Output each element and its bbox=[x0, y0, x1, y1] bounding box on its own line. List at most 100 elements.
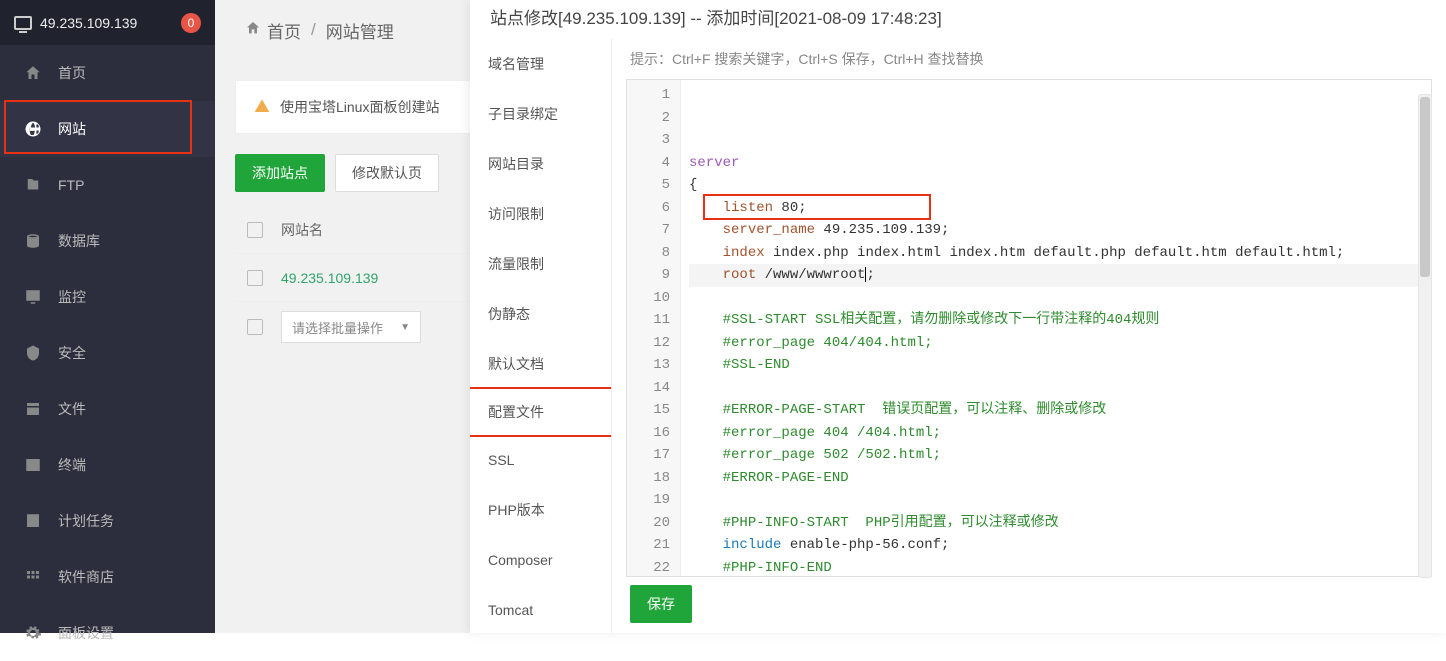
gutter-line: 13 bbox=[627, 354, 670, 377]
bulk-action-select[interactable]: 请选择批量操作 ▼ bbox=[281, 311, 421, 343]
code-line[interactable]: #error_page 502 /502.html; bbox=[689, 444, 1423, 467]
nav-item-0[interactable]: 首页 bbox=[0, 45, 215, 101]
nav-item-3[interactable]: 数据库 bbox=[0, 213, 215, 269]
select-all-checkbox[interactable] bbox=[247, 222, 263, 238]
modal-sidebar: 域名管理子目录绑定网站目录访问限制流量限制伪静态默认文档配置文件SSLPHP版本… bbox=[470, 39, 612, 633]
code-line[interactable]: server bbox=[689, 152, 1423, 175]
nav-icon bbox=[22, 288, 44, 306]
gutter-line: 18 bbox=[627, 467, 670, 490]
bulk-action-placeholder: 请选择批量操作 bbox=[292, 318, 383, 337]
breadcrumb-sep: / bbox=[311, 20, 316, 40]
nav-item-2[interactable]: FTP bbox=[0, 157, 215, 213]
nav-label: 软件商店 bbox=[58, 567, 114, 587]
gutter-line: 22 bbox=[627, 557, 670, 578]
code-line[interactable]: #error_page 404 /404.html; bbox=[689, 422, 1423, 445]
code-line[interactable]: #ERROR-PAGE-START 错误页配置，可以注释、删除或修改 bbox=[689, 399, 1423, 422]
nav-label: 计划任务 bbox=[58, 511, 114, 531]
code-line[interactable]: root /www/wwwroot; bbox=[689, 264, 1423, 287]
modal-tab-1[interactable]: 子目录绑定 bbox=[470, 89, 611, 139]
add-site-button[interactable]: 添加站点 bbox=[235, 154, 325, 192]
nav-item-4[interactable]: 监控 bbox=[0, 269, 215, 325]
nav-label: 监控 bbox=[58, 287, 86, 307]
code-line[interactable] bbox=[689, 489, 1423, 512]
modal-tab-4[interactable]: 流量限制 bbox=[470, 239, 611, 289]
gutter-line: 12 bbox=[627, 332, 670, 355]
nav-label: 面板设置 bbox=[58, 623, 114, 643]
modal-tab-9[interactable]: PHP版本 bbox=[470, 485, 611, 535]
nav-label: FTP bbox=[58, 177, 84, 193]
nav-label: 网站 bbox=[58, 119, 86, 139]
save-row: 保存 bbox=[612, 585, 1446, 623]
nav-item-1[interactable]: 网站 bbox=[0, 101, 215, 157]
nav-item-5[interactable]: 安全 bbox=[0, 325, 215, 381]
gutter-line: 7 bbox=[627, 219, 670, 242]
nav-icon bbox=[22, 568, 44, 586]
code-line[interactable] bbox=[689, 287, 1423, 310]
modal-tab-0[interactable]: 域名管理 bbox=[470, 39, 611, 89]
modal-tab-10[interactable]: Composer bbox=[470, 535, 611, 585]
modal-tab-8[interactable]: SSL bbox=[470, 435, 611, 485]
code-line[interactable]: index index.php index.html index.htm def… bbox=[689, 242, 1423, 265]
home-icon bbox=[245, 20, 261, 41]
gutter-line: 3 bbox=[627, 129, 670, 152]
modal-tab-3[interactable]: 访问限制 bbox=[470, 189, 611, 239]
caret-down-icon: ▼ bbox=[400, 322, 410, 333]
modal-body: 域名管理子目录绑定网站目录访问限制流量限制伪静态默认文档配置文件SSLPHP版本… bbox=[470, 39, 1446, 633]
gutter-line: 11 bbox=[627, 309, 670, 332]
code-line[interactable]: #PHP-INFO-START PHP引用配置，可以注释或修改 bbox=[689, 512, 1423, 535]
nav-icon bbox=[22, 456, 44, 474]
code-line[interactable]: #PHP-INFO-END bbox=[689, 557, 1423, 577]
gutter-line: 17 bbox=[627, 444, 670, 467]
gutter-line: 16 bbox=[627, 422, 670, 445]
code-line[interactable]: #ERROR-PAGE-END bbox=[689, 467, 1423, 490]
site-name-cell[interactable]: 49.235.109.139 bbox=[281, 270, 378, 286]
row-checkbox[interactable] bbox=[247, 270, 263, 286]
editor-hint: 提示：Ctrl+F 搜索关键字，Ctrl+S 保存，Ctrl+H 查找替换 bbox=[612, 39, 1446, 75]
gutter-line: 19 bbox=[627, 489, 670, 512]
modal-tab-2[interactable]: 网站目录 bbox=[470, 139, 611, 189]
nav-item-6[interactable]: 文件 bbox=[0, 381, 215, 437]
monitor-icon bbox=[14, 16, 32, 30]
col-site-name[interactable]: 网站名 bbox=[281, 220, 323, 240]
gutter-line: 5 bbox=[627, 174, 670, 197]
code-line[interactable]: #error_page 404/404.html; bbox=[689, 332, 1423, 355]
nav-label: 数据库 bbox=[58, 231, 100, 251]
code-line[interactable]: server_name 49.235.109.139; bbox=[689, 219, 1423, 242]
nav-icon bbox=[22, 400, 44, 418]
code-line[interactable]: listen 80; bbox=[689, 197, 1423, 220]
code-line[interactable]: #SSL-START SSL相关配置，请勿删除或修改下一行带注释的404规则 bbox=[689, 309, 1423, 332]
nav-icon bbox=[22, 232, 44, 250]
breadcrumb-current: 网站管理 bbox=[326, 18, 394, 43]
modal-tab-11[interactable]: Tomcat bbox=[470, 585, 611, 633]
code-line[interactable] bbox=[689, 377, 1423, 400]
nav-label: 终端 bbox=[58, 455, 86, 475]
code-line[interactable]: { bbox=[689, 174, 1423, 197]
main-sidebar: 49.235.109.139 0 首页网站FTP数据库监控安全文件终端计划任务软… bbox=[0, 0, 215, 633]
scrollbar-track[interactable] bbox=[1418, 94, 1432, 578]
nav-item-7[interactable]: 终端 bbox=[0, 437, 215, 493]
nav-icon bbox=[22, 512, 44, 530]
gutter-line: 21 bbox=[627, 534, 670, 557]
nav-icon bbox=[22, 344, 44, 362]
modal-tab-6[interactable]: 默认文档 bbox=[470, 339, 611, 389]
gutter-line: 1 bbox=[627, 84, 670, 107]
gutter-line: 8 bbox=[627, 242, 670, 265]
scrollbar-thumb[interactable] bbox=[1420, 97, 1430, 277]
notification-badge[interactable]: 0 bbox=[181, 13, 201, 33]
nav-label: 文件 bbox=[58, 399, 86, 419]
nav-item-8[interactable]: 计划任务 bbox=[0, 493, 215, 549]
code-line[interactable]: #SSL-END bbox=[689, 354, 1423, 377]
nav-item-10[interactable]: 面板设置 bbox=[0, 605, 215, 661]
code-line[interactable]: include enable-php-56.conf; bbox=[689, 534, 1423, 557]
modify-default-button[interactable]: 修改默认页 bbox=[335, 154, 439, 192]
editor-code[interactable]: server{ listen 80; server_name 49.235.10… bbox=[681, 80, 1431, 576]
gutter-line: 14 bbox=[627, 377, 670, 400]
bulk-checkbox[interactable] bbox=[247, 319, 263, 335]
code-editor[interactable]: 12345678910111213141516171819202122 serv… bbox=[626, 79, 1432, 577]
save-button[interactable]: 保存 bbox=[630, 585, 692, 623]
modal-tab-7[interactable]: 配置文件 bbox=[470, 387, 612, 437]
modal-tab-5[interactable]: 伪静态 bbox=[470, 289, 611, 339]
nav-item-9[interactable]: 软件商店 bbox=[0, 549, 215, 605]
breadcrumb-home[interactable]: 首页 bbox=[267, 18, 301, 43]
gutter-line: 15 bbox=[627, 399, 670, 422]
